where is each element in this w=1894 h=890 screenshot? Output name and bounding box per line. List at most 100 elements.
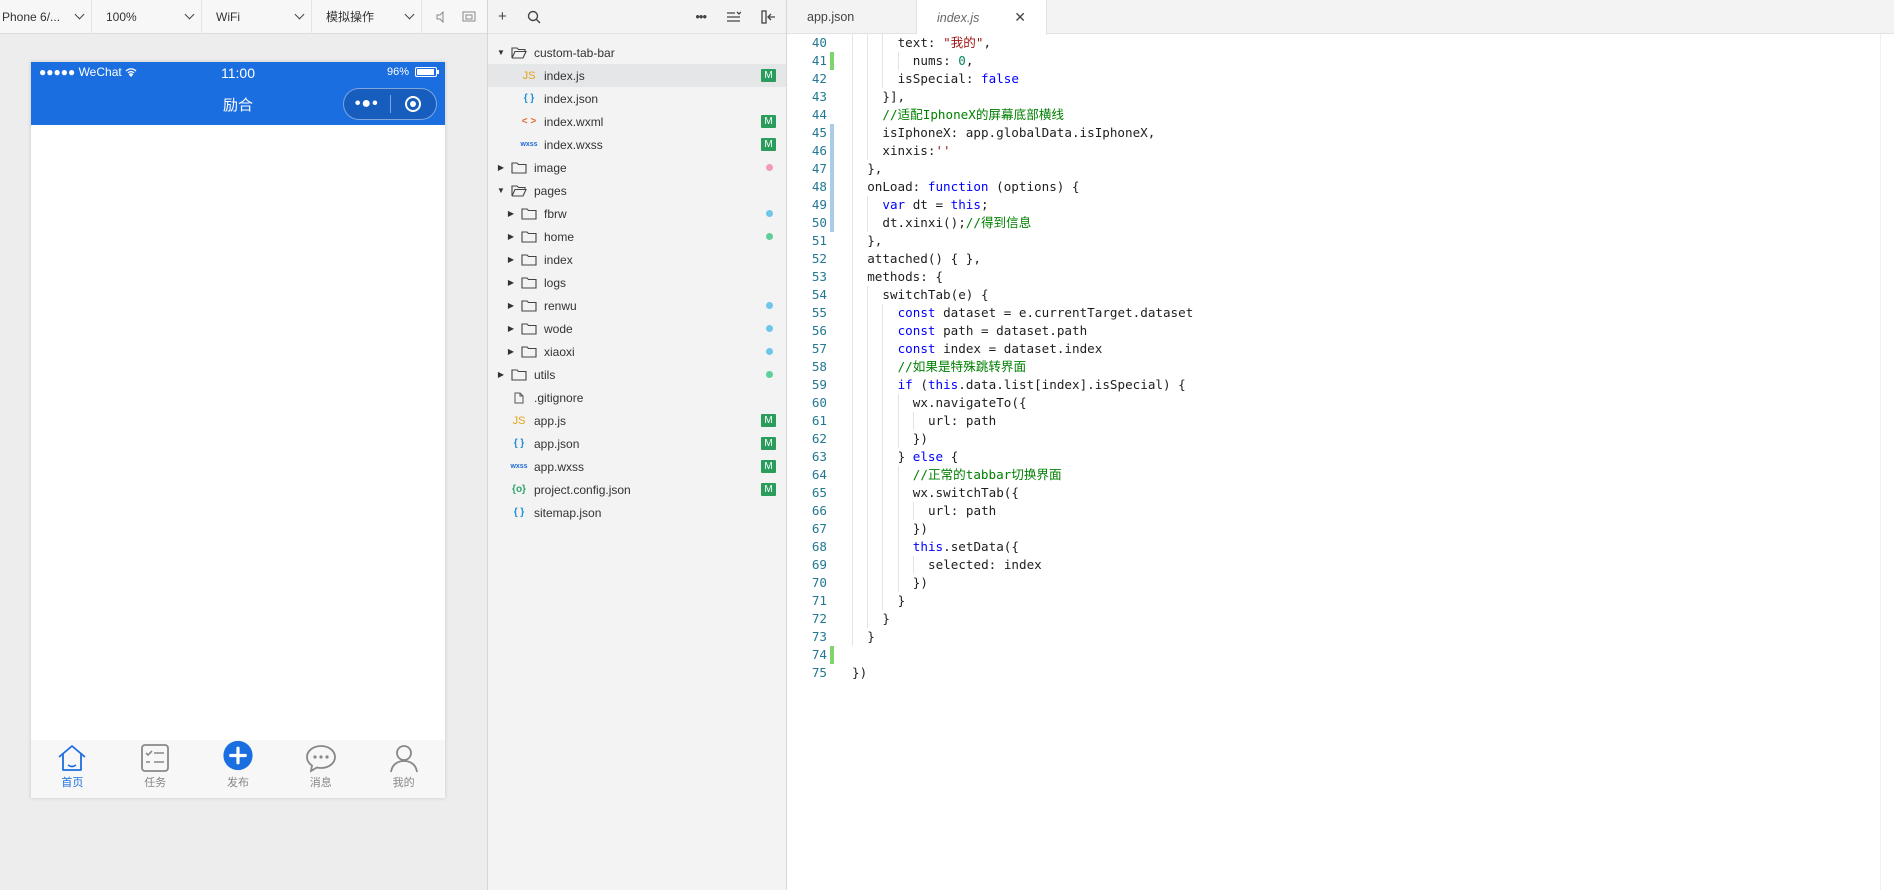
code-line: 64 //正常的tabbar切换界面 — [787, 466, 1894, 484]
code-token: //得到信息 — [965, 215, 1032, 230]
collapse-all-icon[interactable] — [726, 11, 741, 23]
tree-item-label: app.js — [534, 413, 567, 428]
indent-guide — [852, 70, 853, 88]
close-miniprogram-button[interactable] — [391, 89, 437, 119]
tree-file[interactable]: { } sitemap.json — [488, 501, 786, 524]
search-icon[interactable] — [527, 10, 541, 24]
tree-folder[interactable]: ▶ wode — [488, 317, 786, 340]
tree-item-label: renwu — [544, 298, 577, 313]
indent-guide — [867, 412, 869, 430]
tree-file[interactable]: wxss index.wxss M — [488, 133, 786, 156]
status-time: 11:00 — [221, 65, 255, 81]
tree-folder[interactable]: ▶ home — [488, 225, 786, 248]
tab-label: app.json — [807, 10, 855, 24]
indent-guide — [852, 250, 853, 268]
code-token: }) — [912, 431, 928, 446]
close-icon[interactable]: ✕ — [1014, 9, 1026, 26]
tree-item-label: app.json — [534, 436, 580, 451]
tree-folder[interactable]: ▶ xiaoxi — [488, 340, 786, 363]
indent-guide — [867, 574, 869, 592]
indent-guide — [867, 34, 869, 52]
tree-file[interactable]: { } index.json — [488, 87, 786, 110]
code-token: //正常的tabbar切换界面 — [912, 467, 1062, 482]
operation-mode-select[interactable]: 模拟操作 — [312, 0, 422, 34]
indent-guide — [867, 52, 869, 70]
indent-guide — [867, 286, 869, 304]
indent-guide — [852, 538, 853, 556]
tree-folder[interactable]: ▶ utils — [488, 363, 786, 386]
tab-message[interactable]: 消息 — [279, 740, 362, 798]
folder-icon — [510, 46, 528, 59]
tree-file[interactable]: JS app.js M — [488, 409, 786, 432]
tree-file[interactable]: < > index.wxml M — [488, 110, 786, 133]
tree-folder[interactable]: ▶ index — [488, 248, 786, 271]
indent-guide — [867, 466, 869, 484]
code-line: 41 nums: 0, — [787, 52, 1894, 70]
tab-task[interactable]: 任务 — [114, 740, 197, 798]
tab-app-json[interactable]: app.json — [787, 0, 917, 34]
indent-guide — [882, 574, 884, 592]
add-file-icon[interactable]: + — [498, 9, 507, 24]
split-layout-icon[interactable] — [761, 9, 776, 24]
tree-item-label: .gitignore — [534, 390, 584, 405]
battery-icon — [415, 67, 439, 77]
tab-home[interactable]: 首页 — [31, 740, 114, 798]
json-file-icon: { } — [513, 438, 525, 449]
tab-publish[interactable]: 发布 — [197, 740, 280, 798]
indent-guide — [852, 178, 853, 196]
more-options-icon[interactable]: ••• — [695, 10, 707, 23]
tree-folder[interactable]: ▶ logs — [488, 271, 786, 294]
code-line: 66 url: path — [787, 502, 1894, 520]
line-number: 75 — [811, 665, 827, 680]
tree-file[interactable]: { } app.json M — [488, 432, 786, 455]
code-line: 73} — [787, 628, 1894, 646]
caret-right-icon: ▶ — [507, 301, 515, 310]
status-dot — [766, 302, 773, 309]
caret-right-icon: ▶ — [497, 163, 505, 172]
device-select[interactable]: Phone 6/... — [0, 0, 92, 34]
tree-folder[interactable]: ▶ image — [488, 156, 786, 179]
tree-file[interactable]: JS index.js M — [488, 64, 786, 87]
caret-right-icon: ▶ — [507, 347, 515, 356]
indent-guide — [882, 358, 884, 376]
tree-folder[interactable]: ▶ fbrw — [488, 202, 786, 225]
more-button[interactable]: •●• — [344, 89, 390, 119]
code-text: } — [898, 592, 906, 610]
code-line: 46 xinxis:'' — [787, 142, 1894, 160]
tab-mine[interactable]: 我的 — [362, 740, 445, 798]
editor-scrollbar[interactable] — [1880, 34, 1894, 890]
code-line: 45 isIphoneX: app.globalData.isIphoneX, — [787, 124, 1894, 142]
js-file-icon: JS — [512, 414, 526, 427]
code-token: }) — [912, 575, 928, 590]
network-select[interactable]: WiFi — [202, 0, 312, 34]
tree-file[interactable]: {o} project.config.json M — [488, 478, 786, 501]
tree-file[interactable]: wxss app.wxss M — [488, 455, 786, 478]
code-token: ( — [912, 377, 928, 392]
code-text: //适配IphoneX的屏幕底部横线 — [882, 106, 1064, 124]
line-number: 70 — [811, 575, 827, 590]
line-number: 63 — [811, 449, 827, 464]
tree-folder[interactable]: ▼ custom-tab-bar — [488, 41, 786, 64]
code-text: url: path — [928, 412, 996, 430]
tab-index-js[interactable]: index.js ✕ — [917, 0, 1047, 35]
indent-guide — [897, 556, 899, 574]
indent-guide — [882, 538, 884, 556]
code-token: wx.navigateTo({ — [912, 395, 1027, 410]
tree-folder[interactable]: ▶ renwu — [488, 294, 786, 317]
indent-guide — [852, 88, 853, 106]
code-text: const dataset = e.currentTarget.dataset — [898, 304, 1194, 322]
caret-right-icon: ▶ — [507, 324, 515, 333]
code-text: }) — [852, 664, 867, 682]
tab-label: 我的 — [392, 777, 415, 789]
speaker-icon[interactable] — [436, 10, 448, 23]
code-line: 49 var dt = this; — [787, 196, 1894, 214]
code-lines[interactable]: 40 text: "我的", 41 nums: 0, 42 isSpecial: fals… — [787, 34, 1894, 682]
line-number: 58 — [811, 359, 827, 374]
tree-file[interactable]: .gitignore — [488, 386, 786, 409]
indent-guide — [882, 34, 884, 52]
tree-folder[interactable]: ▼ pages — [488, 179, 786, 202]
zoom-select[interactable]: 100% — [92, 0, 202, 34]
simulator-panel: Phone 6/... 100% WiFi 模拟操作 ●●●●● WeChat — [0, 0, 488, 890]
screen-icon[interactable] — [462, 11, 476, 23]
tree-item-label: index — [544, 252, 573, 267]
